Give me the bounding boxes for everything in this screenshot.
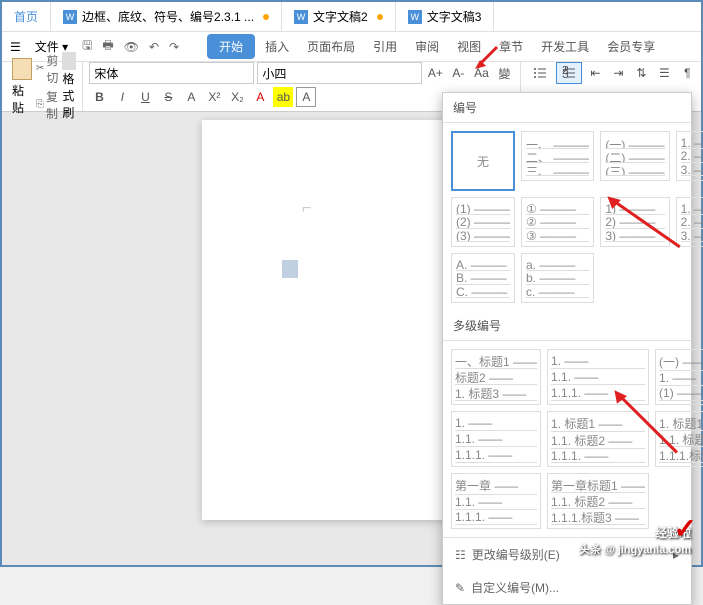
tab-doc2[interactable]: W文字文稿2 <box>282 2 396 31</box>
indent-decrease-icon[interactable]: ⇤ <box>585 63 605 83</box>
italic-button[interactable]: I <box>112 87 132 107</box>
show-marks-icon[interactable]: ¶ <box>677 63 697 83</box>
preview-icon[interactable]: 👁 <box>120 36 143 58</box>
menu-layout[interactable]: 页面布局 <box>299 34 363 59</box>
text-effect-icon[interactable]: A <box>181 87 201 107</box>
highlight-icon[interactable]: ab <box>273 87 293 107</box>
cut-button[interactable]: ✂ 剪切 <box>36 52 58 86</box>
subscript-button[interactable]: X₂ <box>227 87 247 107</box>
tab-home[interactable]: 首页 <box>2 2 51 31</box>
multilevel-style-8[interactable]: 第一章 ——1.1. ——1.1.1. —— <box>451 473 541 529</box>
redo-icon[interactable]: ↷ <box>165 36 183 58</box>
numbering-style-4[interactable]: ① ———② ———③ ——— <box>521 197 594 247</box>
bold-button[interactable]: B <box>89 87 109 107</box>
modified-dot <box>377 14 383 20</box>
clipboard-icon <box>12 58 32 80</box>
size-select[interactable] <box>257 62 422 84</box>
multilevel-style-6[interactable]: 1. 标题1 ——1.1. 标题2 ——1.1.1.标题3 —— <box>655 411 703 467</box>
increase-font-icon[interactable]: A+ <box>425 63 445 83</box>
doc-icon: W <box>408 10 422 24</box>
doc-icon: W <box>294 10 308 24</box>
undo-icon[interactable]: ↶ <box>145 36 163 58</box>
indent-increase-icon[interactable]: ⇥ <box>608 63 628 83</box>
copy-button[interactable]: ⎘ 复制 <box>36 88 58 122</box>
doc-icon: W <box>63 10 77 24</box>
brush-icon <box>62 52 76 70</box>
tab-doc1[interactable]: W边框、底纹、符号、编号2.3.1 ... <box>51 2 282 31</box>
checkmark-icon: ✓ <box>674 512 697 545</box>
menu-start[interactable]: 开始 <box>207 34 255 59</box>
numbering-none[interactable]: 无 <box>451 131 515 191</box>
multilevel-header: 多级编号 <box>443 311 691 341</box>
clear-format-icon[interactable]: Aa <box>471 63 491 83</box>
superscript-button[interactable]: X² <box>204 87 224 107</box>
tab-doc3[interactable]: W文字文稿3 <box>396 2 495 31</box>
numbering-style-6[interactable]: 1. ———2. ———3. ——— <box>676 197 703 247</box>
strike-button[interactable]: S <box>158 87 178 107</box>
bullet-list-button[interactable] <box>527 62 553 84</box>
menu-insert[interactable]: 插入 <box>257 34 297 59</box>
numbering-style-5[interactable]: 1) ———2) ———3) ——— <box>600 197 669 247</box>
char-border-icon[interactable]: A <box>296 87 316 107</box>
print-icon[interactable]: 🖶 <box>98 32 117 61</box>
multilevel-style-0[interactable]: 一、标题1 —— 标题2 —— 1. 标题3 —— <box>451 349 541 405</box>
font-select[interactable] <box>89 62 254 84</box>
menu-ref[interactable]: 引用 <box>365 34 405 59</box>
multilevel-style-2[interactable]: (一) ——1. ——(1) —— <box>655 349 703 405</box>
line-spacing-icon[interactable]: ⇅ <box>631 63 651 83</box>
menu-vip[interactable]: 会员专享 <box>599 34 663 59</box>
underline-button[interactable]: U <box>135 87 155 107</box>
font-color-icon[interactable]: A <box>250 87 270 107</box>
page-corner-mark: ⌐ <box>302 200 311 218</box>
numbering-style-2[interactable]: 1. ———2. ———3. ——— <box>676 131 703 181</box>
decrease-font-icon[interactable]: A- <box>448 63 468 83</box>
save-icon[interactable]: 🖫 <box>78 32 96 61</box>
multilevel-style-5[interactable]: 1. 标题1 ——1.1. 标题2 ——1.1.1. —— <box>547 411 649 467</box>
format-painter-button[interactable]: 格式刷 <box>62 52 76 121</box>
numbered-list-button[interactable]: 123 <box>556 62 582 84</box>
paste-button[interactable]: 粘贴 <box>12 58 32 116</box>
numbering-style-3[interactable]: (1) ———(2) ———(3) ——— <box>451 197 515 247</box>
custom-numbering-item[interactable]: ✎ 自定义编号(M)... <box>443 571 691 604</box>
menu-chapter[interactable]: 章节 <box>491 34 531 59</box>
menu-review[interactable]: 审阅 <box>407 34 447 59</box>
menu-icon[interactable]: ☰ <box>6 36 25 58</box>
multilevel-style-1[interactable]: 1. ——1.1. ——1.1.1. —— <box>547 349 649 405</box>
multilevel-style-4[interactable]: 1. ——1.1. ——1.1.1. —— <box>451 411 541 467</box>
numbering-style-0[interactable]: 一、 ———二、 ———三、 ——— <box>521 131 594 181</box>
dropdown-header: 编号 <box>443 93 691 123</box>
document-page[interactable]: ⌐ <box>202 120 462 520</box>
multilevel-style-9[interactable]: 第一章标题1 ——1.1. 标题2 ——1.1.1.标题3 —— <box>547 473 649 529</box>
menu-view[interactable]: 视图 <box>449 34 489 59</box>
menu-dev[interactable]: 开发工具 <box>533 34 597 59</box>
sort-icon[interactable]: ☰ <box>654 63 674 83</box>
numbering-style-1[interactable]: (一) ———(二) ———(三) ——— <box>600 131 669 181</box>
numbering-style-7[interactable]: A. ———B. ———C. ——— <box>451 253 515 303</box>
svg-text:3: 3 <box>562 67 569 80</box>
phonetic-icon[interactable]: 變 <box>494 63 514 83</box>
page-doc-icon <box>282 260 298 278</box>
numbering-style-8[interactable]: a. ———b. ———c. ——— <box>521 253 594 303</box>
modified-dot <box>263 14 269 20</box>
